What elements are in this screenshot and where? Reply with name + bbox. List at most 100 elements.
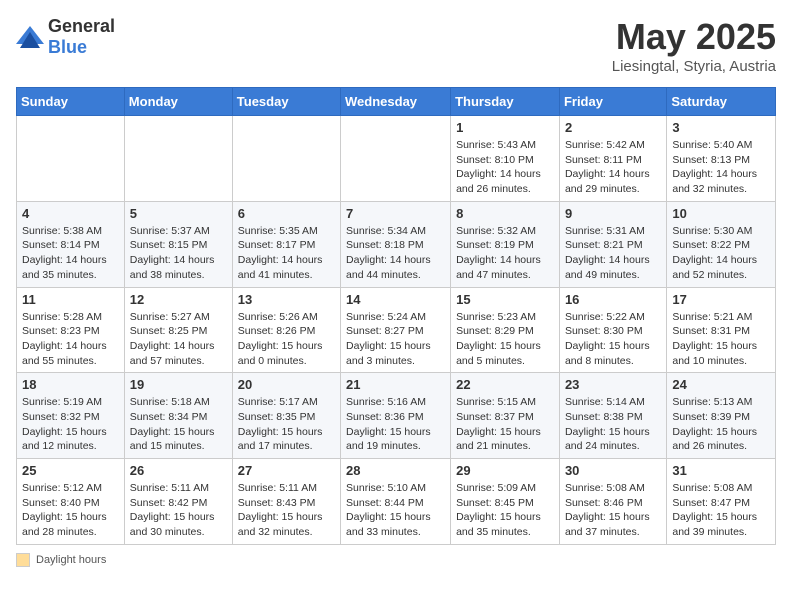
day-number: 17 xyxy=(672,292,770,307)
day-cell: 1 Sunrise: 5:43 AMSunset: 8:10 PMDaylight… xyxy=(451,116,560,202)
day-info: Sunrise: 5:43 AMSunset: 8:10 PMDaylight:… xyxy=(456,138,554,197)
daylight-label-text: Daylight hours xyxy=(36,554,106,566)
day-number: 26 xyxy=(130,463,227,478)
column-header-wednesday: Wednesday xyxy=(341,88,451,116)
day-number: 3 xyxy=(672,120,770,135)
day-cell xyxy=(341,116,451,202)
day-cell: 25Sunrise: 5:12 AMSunset: 8:40 PMDayligh… xyxy=(17,459,125,545)
day-cell: 6Sunrise: 5:35 AMSunset: 8:17 PMDaylight… xyxy=(232,201,340,287)
day-info: Sunrise: 5:08 AMSunset: 8:47 PMDaylight:… xyxy=(672,481,770,540)
day-number: 6 xyxy=(238,206,335,221)
day-number: 4 xyxy=(22,206,119,221)
day-info: Sunrise: 5:24 AMSunset: 8:27 PMDaylight:… xyxy=(346,310,445,369)
day-info: Sunrise: 5:19 AMSunset: 8:32 PMDaylight:… xyxy=(22,395,119,454)
column-header-monday: Monday xyxy=(124,88,232,116)
day-number: 16 xyxy=(565,292,661,307)
day-cell xyxy=(17,116,125,202)
day-number: 1 xyxy=(456,120,554,135)
day-info: Sunrise: 5:28 AMSunset: 8:23 PMDaylight:… xyxy=(22,310,119,369)
day-info: Sunrise: 5:18 AMSunset: 8:34 PMDaylight:… xyxy=(130,395,227,454)
week-row-4: 18 Sunrise: 5:19 AMSunset: 8:32 PMDayligh… xyxy=(17,373,776,459)
day-number: 19 xyxy=(130,377,227,392)
day-info: Sunrise: 5:32 AMSunset: 8:19 PMDaylight:… xyxy=(456,224,554,283)
day-cell: 13Sunrise: 5:26 AMSunset: 8:26 PMDayligh… xyxy=(232,287,340,373)
day-info: Sunrise: 5:13 AMSunset: 8:39 PMDaylight:… xyxy=(672,395,770,454)
day-info: Sunrise: 5:31 AMSunset: 8:21 PMDaylight:… xyxy=(565,224,661,283)
day-info: Sunrise: 5:27 AMSunset: 8:25 PMDaylight:… xyxy=(130,310,227,369)
day-cell: 17 Sunrise: 5:21 AMSunset: 8:31 PMDayligh… xyxy=(667,287,776,373)
day-cell: 29 Sunrise: 5:09 AMSunset: 8:45 PMDayligh… xyxy=(451,459,560,545)
day-cell: 28 Sunrise: 5:10 AMSunset: 8:44 PMDayligh… xyxy=(341,459,451,545)
day-cell: 11 Sunrise: 5:28 AMSunset: 8:23 PMDayligh… xyxy=(17,287,125,373)
day-cell: 23 Sunrise: 5:14 AMSunset: 8:38 PMDayligh… xyxy=(559,373,666,459)
day-number: 2 xyxy=(565,120,661,135)
day-info: Sunrise: 5:16 AMSunset: 8:36 PMDaylight:… xyxy=(346,395,445,454)
day-number: 23 xyxy=(565,377,661,392)
day-number: 21 xyxy=(346,377,445,392)
day-cell: 31 Sunrise: 5:08 AMSunset: 8:47 PMDayligh… xyxy=(667,459,776,545)
day-info: Sunrise: 5:14 AMSunset: 8:38 PMDaylight:… xyxy=(565,395,661,454)
column-header-friday: Friday xyxy=(559,88,666,116)
day-cell: 7Sunrise: 5:34 AMSunset: 8:18 PMDaylight… xyxy=(341,201,451,287)
logo-icon xyxy=(16,26,44,48)
day-number: 29 xyxy=(456,463,554,478)
day-number: 9 xyxy=(565,206,661,221)
day-info: Sunrise: 5:21 AMSunset: 8:31 PMDaylight:… xyxy=(672,310,770,369)
daylight-box xyxy=(16,553,30,567)
day-cell: 14 Sunrise: 5:24 AMSunset: 8:27 PMDayligh… xyxy=(341,287,451,373)
calendar-title: May 2025 xyxy=(612,16,776,58)
day-number: 25 xyxy=(22,463,119,478)
day-info: Sunrise: 5:15 AMSunset: 8:37 PMDaylight:… xyxy=(456,395,554,454)
column-header-thursday: Thursday xyxy=(451,88,560,116)
day-cell: 5 Sunrise: 5:37 AMSunset: 8:15 PMDaylight… xyxy=(124,201,232,287)
day-number: 30 xyxy=(565,463,661,478)
day-info: Sunrise: 5:22 AMSunset: 8:30 PMDaylight:… xyxy=(565,310,661,369)
day-info: Sunrise: 5:37 AMSunset: 8:15 PMDaylight:… xyxy=(130,224,227,283)
day-info: Sunrise: 5:34 AMSunset: 8:18 PMDaylight:… xyxy=(346,224,445,283)
day-cell: 2 Sunrise: 5:42 AMSunset: 8:11 PMDaylight… xyxy=(559,116,666,202)
title-block: May 2025 Liesingtal, Styria, Austria xyxy=(612,16,776,75)
day-number: 22 xyxy=(456,377,554,392)
day-number: 31 xyxy=(672,463,770,478)
daylight-legend: Daylight hours xyxy=(16,553,776,567)
calendar-table: SundayMondayTuesdayWednesdayThursdayFrid… xyxy=(16,87,776,545)
day-number: 15 xyxy=(456,292,554,307)
day-number: 24 xyxy=(672,377,770,392)
day-info: Sunrise: 5:09 AMSunset: 8:45 PMDaylight:… xyxy=(456,481,554,540)
day-cell: 24 Sunrise: 5:13 AMSunset: 8:39 PMDayligh… xyxy=(667,373,776,459)
day-cell: 21 Sunrise: 5:16 AMSunset: 8:36 PMDayligh… xyxy=(341,373,451,459)
week-row-2: 4Sunrise: 5:38 AMSunset: 8:14 PMDaylight… xyxy=(17,201,776,287)
day-cell: 19 Sunrise: 5:18 AMSunset: 8:34 PMDayligh… xyxy=(124,373,232,459)
column-header-saturday: Saturday xyxy=(667,88,776,116)
week-row-3: 11 Sunrise: 5:28 AMSunset: 8:23 PMDayligh… xyxy=(17,287,776,373)
day-info: Sunrise: 5:11 AMSunset: 8:42 PMDaylight:… xyxy=(130,481,227,540)
day-number: 14 xyxy=(346,292,445,307)
day-cell: 30 Sunrise: 5:08 AMSunset: 8:46 PMDayligh… xyxy=(559,459,666,545)
logo-blue: Blue xyxy=(48,37,87,57)
day-info: Sunrise: 5:08 AMSunset: 8:46 PMDaylight:… xyxy=(565,481,661,540)
day-cell xyxy=(124,116,232,202)
day-info: Sunrise: 5:17 AMSunset: 8:35 PMDaylight:… xyxy=(238,395,335,454)
day-cell: 16 Sunrise: 5:22 AMSunset: 8:30 PMDayligh… xyxy=(559,287,666,373)
day-info: Sunrise: 5:30 AMSunset: 8:22 PMDaylight:… xyxy=(672,224,770,283)
day-number: 11 xyxy=(22,292,119,307)
calendar-location: Liesingtal, Styria, Austria xyxy=(612,58,776,75)
day-number: 28 xyxy=(346,463,445,478)
day-cell: 8 Sunrise: 5:32 AMSunset: 8:19 PMDaylight… xyxy=(451,201,560,287)
day-cell: 12 Sunrise: 5:27 AMSunset: 8:25 PMDayligh… xyxy=(124,287,232,373)
day-info: Sunrise: 5:23 AMSunset: 8:29 PMDaylight:… xyxy=(456,310,554,369)
day-cell: 26 Sunrise: 5:11 AMSunset: 8:42 PMDayligh… xyxy=(124,459,232,545)
day-number: 5 xyxy=(130,206,227,221)
day-info: Sunrise: 5:42 AMSunset: 8:11 PMDaylight:… xyxy=(565,138,661,197)
week-row-1: 1 Sunrise: 5:43 AMSunset: 8:10 PMDaylight… xyxy=(17,116,776,202)
day-info: Sunrise: 5:10 AMSunset: 8:44 PMDaylight:… xyxy=(346,481,445,540)
logo: General Blue xyxy=(16,16,115,58)
day-cell: 20Sunrise: 5:17 AMSunset: 8:35 PMDayligh… xyxy=(232,373,340,459)
day-number: 12 xyxy=(130,292,227,307)
day-cell: 22 Sunrise: 5:15 AMSunset: 8:37 PMDayligh… xyxy=(451,373,560,459)
day-number: 18 xyxy=(22,377,119,392)
page-header: General Blue May 2025 Liesingtal, Styria… xyxy=(16,16,776,75)
day-cell: 9 Sunrise: 5:31 AMSunset: 8:21 PMDaylight… xyxy=(559,201,666,287)
day-number: 27 xyxy=(238,463,335,478)
day-number: 8 xyxy=(456,206,554,221)
